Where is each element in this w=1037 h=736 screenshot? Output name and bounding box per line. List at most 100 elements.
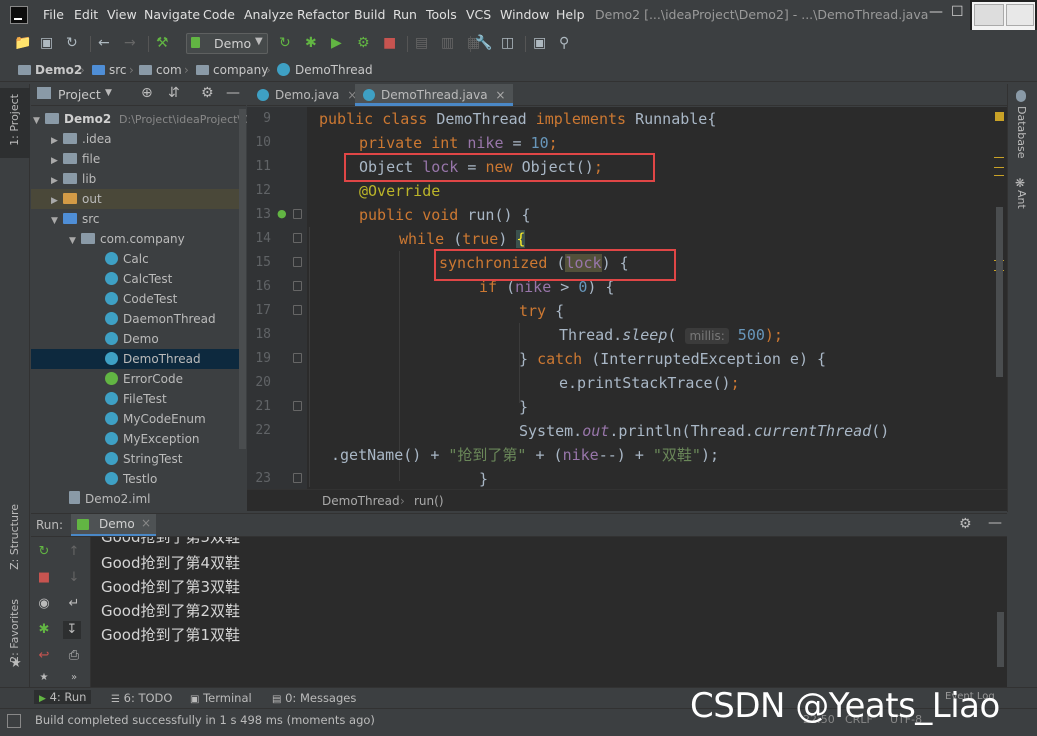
attach-icon[interactable]: ▤ <box>415 34 433 52</box>
editor-crumb-class[interactable]: DemoThread <box>322 491 400 511</box>
scroll-to-end-icon[interactable]: ↧ <box>63 621 81 639</box>
gear-icon[interactable]: ⚙ <box>201 85 214 101</box>
tree-folder-file[interactable]: ▶ file <box>31 149 241 169</box>
arrow-up-icon[interactable]: ↑ <box>65 543 83 561</box>
warning-mark[interactable] <box>994 175 1004 176</box>
menu-view[interactable]: View <box>107 7 137 22</box>
fold-marker-icon[interactable] <box>293 401 302 411</box>
breadcrumb-item-class[interactable]: DemoThread <box>277 63 373 77</box>
gear-icon[interactable]: ⚙ <box>959 516 972 532</box>
editor-crumb-method[interactable]: run() <box>414 491 444 511</box>
more-icon[interactable]: » <box>65 669 83 687</box>
tab-messages[interactable]: ▤ 0: Messages <box>272 691 356 705</box>
rerun-icon[interactable]: ↻ <box>279 34 297 52</box>
tree-package[interactable]: ▼ com.company <box>31 229 241 249</box>
tree-folder-out[interactable]: ▶ out <box>31 189 241 209</box>
fold-marker-icon[interactable] <box>293 209 302 219</box>
open-folder-icon[interactable]: 📁 <box>14 34 32 52</box>
menu-navigate[interactable]: Navigate <box>144 7 200 22</box>
tab-run[interactable]: ▶ 4: Run <box>34 690 92 704</box>
breadcrumb-item-project[interactable]: Demo2 <box>18 63 82 77</box>
project-stripe-button[interactable]: 1: Project <box>0 88 30 158</box>
console-scrollbar[interactable] <box>997 612 1004 667</box>
build-hammer-icon[interactable]: ⚒ <box>156 34 174 52</box>
menu-tools[interactable]: Tools <box>426 7 457 22</box>
camera-icon[interactable]: ◉ <box>35 595 53 613</box>
pin-icon[interactable]: ★ <box>35 669 53 687</box>
toggle-tool-windows-icon[interactable] <box>7 714 21 728</box>
maximize-icon[interactable]: ☐ <box>951 4 964 20</box>
stop-icon[interactable]: ■ <box>35 569 53 587</box>
menu-file[interactable]: File <box>43 7 64 22</box>
soft-wrap-icon[interactable]: ↵ <box>65 595 83 613</box>
status-message[interactable]: Build completed successfully in 1 s 498 … <box>35 713 375 727</box>
tree-folder-src[interactable]: ▼ src <box>31 209 241 229</box>
project-scrollbar[interactable] <box>239 109 246 449</box>
fold-marker-icon[interactable] <box>293 233 302 243</box>
menu-vcs[interactable]: VCS <box>466 7 491 22</box>
project-structure-icon[interactable]: ◫ <box>501 34 519 52</box>
warning-mark[interactable] <box>994 167 1004 168</box>
back-icon[interactable]: ← <box>98 34 116 52</box>
breadcrumb-item-com[interactable]: com <box>139 63 182 77</box>
chevron-down-icon[interactable]: ▼ <box>105 88 112 98</box>
menu-code[interactable]: Code <box>203 7 235 22</box>
tree-class-testlo[interactable]: Testlo <box>31 469 241 489</box>
close-icon[interactable]: × <box>141 516 151 530</box>
search-icon[interactable]: ⚲ <box>559 34 577 52</box>
menu-help[interactable]: Help <box>556 7 585 22</box>
hide-panel-icon[interactable]: — <box>226 85 240 101</box>
close-icon[interactable]: × <box>495 88 505 102</box>
favorites-stripe-label[interactable]: 2: Favorites <box>8 599 21 663</box>
menu-refactor[interactable]: Refactor <box>297 7 349 22</box>
tree-root-project[interactable]: ▼ Demo2 D:\Project\ideaProject\De <box>31 109 256 129</box>
arrow-down-icon[interactable]: ↓ <box>65 569 83 587</box>
implements-marker-icon[interactable]: ● <box>277 207 287 220</box>
warning-mark[interactable] <box>994 157 1004 158</box>
fold-marker-icon[interactable] <box>293 257 302 267</box>
terminal-window-icon[interactable]: ▣ <box>533 34 551 52</box>
coverage-icon[interactable]: ▶ <box>331 34 349 52</box>
tab-demothread-java[interactable]: DemoThread.java × <box>355 84 514 106</box>
tree-class-codetest[interactable]: CodeTest <box>31 289 241 309</box>
exit-icon[interactable]: ↩ <box>35 647 53 665</box>
sync-icon[interactable]: ↻ <box>66 34 84 52</box>
ant-stripe-label[interactable]: Ant <box>1015 190 1028 209</box>
fold-marker-icon[interactable] <box>293 281 302 291</box>
minimize-icon[interactable]: — <box>929 4 943 20</box>
fold-marker-icon[interactable] <box>293 353 302 363</box>
menu-edit[interactable]: Edit <box>74 7 98 22</box>
tree-class-calctest[interactable]: CalcTest <box>31 269 241 289</box>
menu-window[interactable]: Window <box>500 7 549 22</box>
stop-icon[interactable]: ■ <box>383 34 401 52</box>
code-editor[interactable]: public class DemoThread implements Runna… <box>307 107 1007 489</box>
tree-class-errorcode[interactable]: ErrorCode <box>31 369 241 389</box>
tree-file-iml[interactable]: Demo2.iml <box>31 489 241 509</box>
menu-build[interactable]: Build <box>354 7 385 22</box>
tree-class-daemonthread[interactable]: DaemonThread <box>31 309 241 329</box>
tree-class-stringtest[interactable]: StringTest <box>31 449 241 469</box>
tree-class-demothread[interactable]: DemoThread <box>31 349 241 369</box>
tab-terminal[interactable]: ▣ Terminal <box>190 691 252 705</box>
menu-run[interactable]: Run <box>393 7 417 22</box>
project-view-title[interactable]: Project <box>58 87 101 102</box>
editor-scrollbar[interactable] <box>996 207 1003 377</box>
structure-stripe-label[interactable]: Z: Structure <box>8 504 21 570</box>
run-tab-demo[interactable]: Demo × <box>71 514 156 536</box>
profile-icon[interactable]: ⚙ <box>357 34 375 52</box>
save-all-icon[interactable]: ▣ <box>40 34 58 52</box>
run-config-select[interactable]: Demo ▼ <box>186 33 268 54</box>
fold-marker-icon[interactable] <box>293 473 302 483</box>
warning-indicator-icon[interactable] <box>995 112 1004 121</box>
breadcrumb-item-company[interactable]: company <box>196 63 268 77</box>
tree-folder-lib[interactable]: ▶ lib <box>31 169 241 189</box>
collapse-all-icon[interactable]: ⇵ <box>168 85 180 101</box>
locate-target-icon[interactable]: ⊕ <box>141 85 153 101</box>
fold-marker-icon[interactable] <box>293 305 302 315</box>
debug-icon[interactable]: ✱ <box>305 34 323 52</box>
tab-todo[interactable]: ☰ 6: TODO <box>111 691 172 705</box>
forward-icon[interactable]: → <box>124 34 142 52</box>
tab-demo-java[interactable]: Demo.java × <box>249 84 365 106</box>
print-icon[interactable]: ⎙ <box>65 647 83 665</box>
tree-folder-idea[interactable]: ▶ .idea <box>31 129 241 149</box>
